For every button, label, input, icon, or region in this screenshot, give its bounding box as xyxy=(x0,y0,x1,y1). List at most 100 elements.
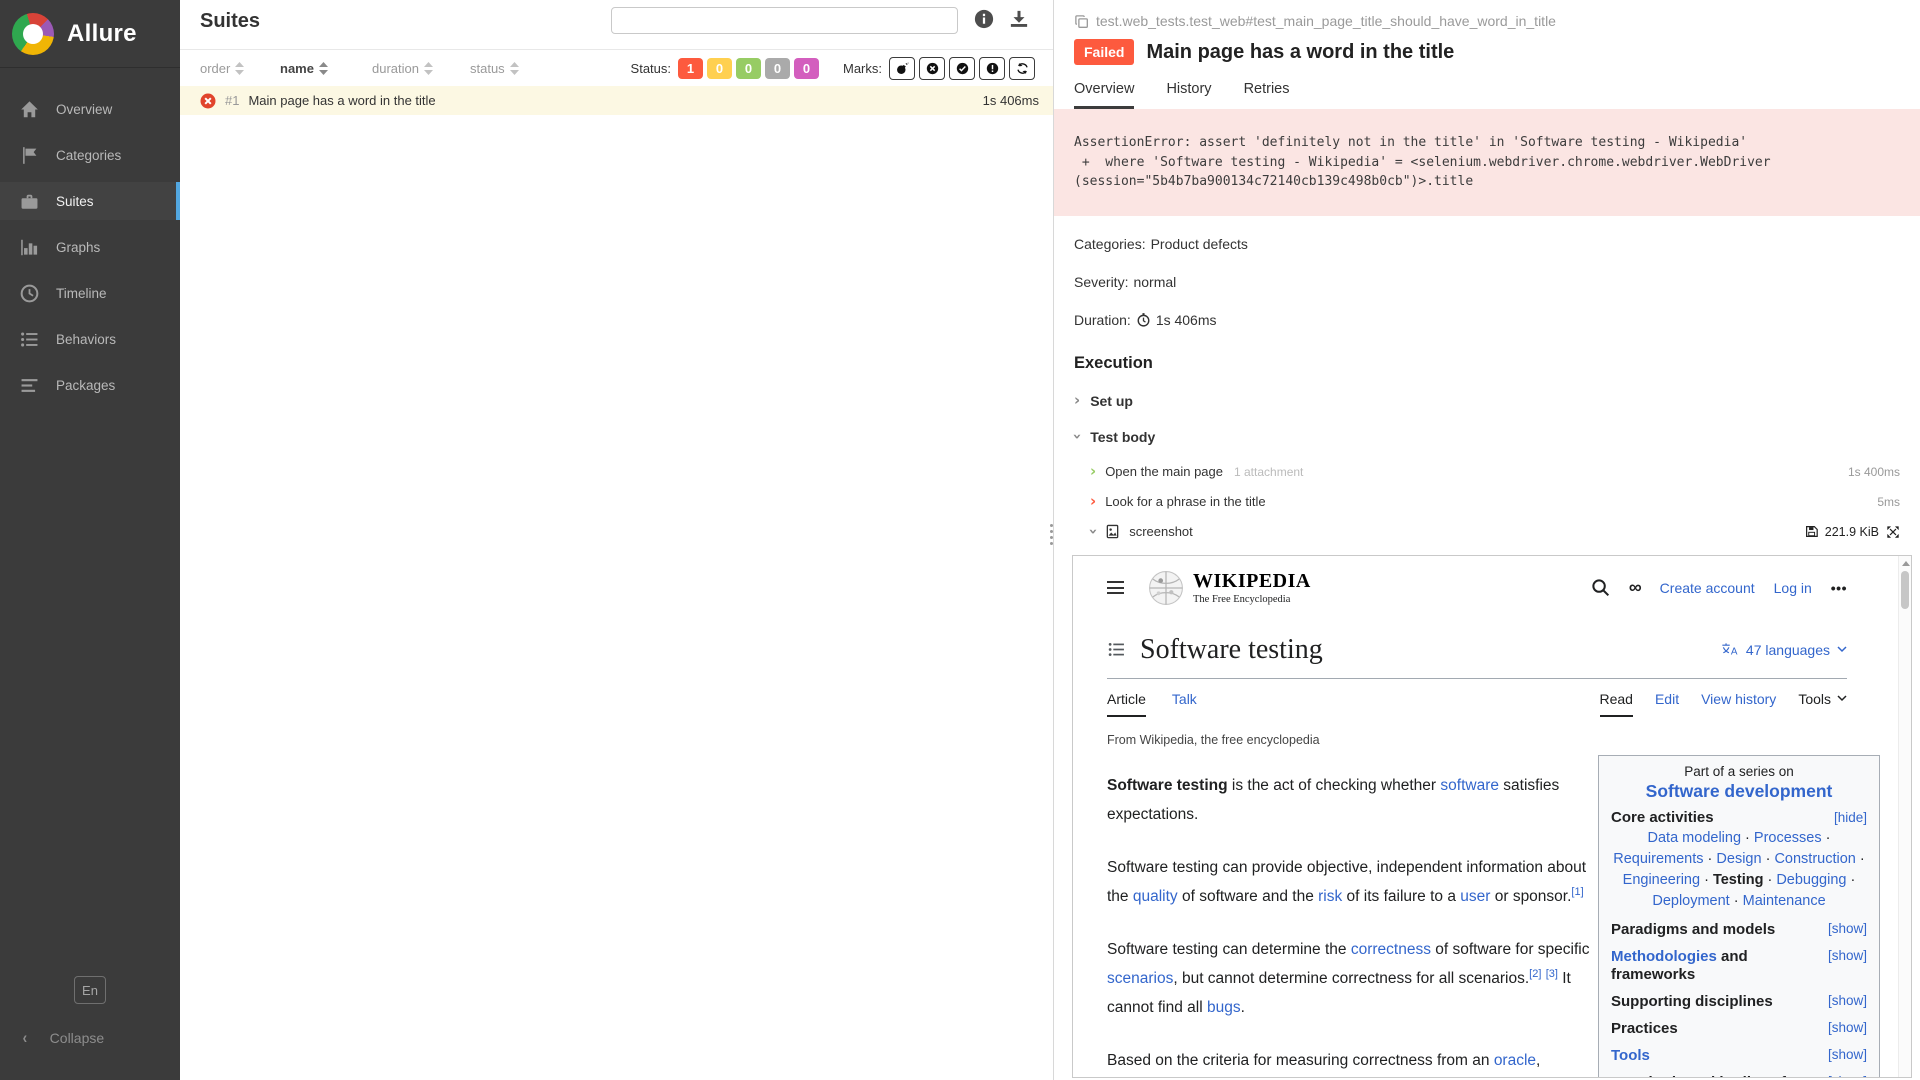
sidebar-item-overview[interactable]: Overview xyxy=(0,90,180,128)
clock-icon xyxy=(20,284,39,303)
home-icon xyxy=(20,100,39,119)
series-core-label: Core activities xyxy=(1611,809,1714,826)
expand-icon[interactable] xyxy=(1886,525,1900,539)
error-message[interactable]: AssertionError: assert 'definitely not i… xyxy=(1054,109,1920,216)
show-link[interactable]: [show] xyxy=(1828,993,1867,1011)
show-link[interactable]: [show] xyxy=(1828,1047,1867,1065)
column-duration[interactable]: duration xyxy=(372,61,470,76)
series-row-label: Supporting disciplines xyxy=(1611,993,1773,1011)
setup-toggle[interactable]: › Set up xyxy=(1074,393,1900,409)
attachment-row-screenshot[interactable]: › screenshot 221.9 KiB xyxy=(1090,517,1900,547)
show-link[interactable]: [show] xyxy=(1828,921,1867,939)
sync-icon xyxy=(1016,62,1029,75)
tab-overview[interactable]: Overview xyxy=(1074,81,1134,109)
mark-filter-failed-button[interactable] xyxy=(919,57,945,80)
search-input[interactable] xyxy=(611,7,958,34)
sidebar-item-behaviors[interactable]: Behaviors xyxy=(0,320,180,358)
log-in-link[interactable]: Log in xyxy=(1774,580,1812,596)
wiki-scrollbar[interactable] xyxy=(1898,556,1911,1077)
language-button[interactable]: En xyxy=(74,976,106,1004)
wikipedia-wordmark-block: WIKIPEDIA The Free Encyclopedia xyxy=(1193,571,1311,605)
more-menu-icon[interactable]: ••• xyxy=(1831,580,1847,596)
hide-link[interactable]: [hide] xyxy=(1834,810,1867,825)
copy-icon xyxy=(1074,14,1089,29)
attachment-meta: 221.9 KiB xyxy=(1805,525,1900,539)
column-name[interactable]: name xyxy=(280,61,372,76)
status-filter-broken[interactable]: 0 xyxy=(707,58,732,79)
screenshot-attachment[interactable]: WIKIPEDIA The Free Encyclopedia ∞ Create… xyxy=(1072,555,1912,1078)
sidebar-item-timeline[interactable]: Timeline xyxy=(0,274,180,312)
language-icon: A xyxy=(1721,642,1739,657)
series-row: Methodologies and frameworks[show] xyxy=(1611,948,1867,984)
status-filter-skipped[interactable]: 0 xyxy=(765,58,790,79)
tab-article[interactable]: Article xyxy=(1107,691,1146,717)
testbody-toggle[interactable]: › Test body xyxy=(1074,429,1900,445)
create-account-link[interactable]: Create account xyxy=(1660,580,1755,596)
test-row[interactable]: #1 Main page has a word in the title 1s … xyxy=(180,86,1053,115)
status-badge: Failed xyxy=(1074,39,1134,65)
column-status[interactable]: status xyxy=(470,61,546,76)
tab-retries[interactable]: Retries xyxy=(1244,81,1290,109)
wikipedia-wordmark: WIKIPEDIA xyxy=(1193,571,1311,591)
series-core-links[interactable]: Data modeling · Processes · Requirements… xyxy=(1611,828,1867,912)
tools-menu[interactable]: Tools xyxy=(1798,691,1847,707)
search-icon[interactable] xyxy=(1591,578,1610,597)
sort-icon xyxy=(319,62,328,75)
download-button[interactable] xyxy=(1009,9,1029,29)
show-link[interactable]: [show] xyxy=(1828,948,1867,984)
wikipedia-logo[interactable]: WIKIPEDIA The Free Encyclopedia xyxy=(1148,570,1311,606)
image-file-icon xyxy=(1105,524,1120,539)
categories-value[interactable]: Product defects xyxy=(1151,236,1248,252)
sidebar-item-label: Graphs xyxy=(56,240,100,255)
test-row-duration: 1s 406ms xyxy=(983,93,1039,108)
tab-read[interactable]: Read xyxy=(1600,691,1633,717)
mark-filter-bomb-button[interactable] xyxy=(889,57,915,80)
exclamation-circle-icon xyxy=(986,62,999,75)
tab-talk[interactable]: Talk xyxy=(1172,691,1197,715)
resize-handle[interactable] xyxy=(1050,524,1053,545)
scroll-up-arrow-icon[interactable] xyxy=(1902,561,1910,566)
breadcrumb[interactable]: test.web_tests.test_web#test_main_page_t… xyxy=(1074,13,1900,29)
brand[interactable]: Allure xyxy=(0,0,180,68)
sidebar-item-label: Timeline xyxy=(56,286,107,301)
sidebar-item-graphs[interactable]: Graphs xyxy=(0,228,180,266)
status-filter-passed[interactable]: 0 xyxy=(736,58,761,79)
collapse-button[interactable]: ‹ Collapse xyxy=(22,1028,104,1048)
mark-filter-passed-button[interactable] xyxy=(949,57,975,80)
step-look-for-phrase[interactable]: › Look for a phrase in the title 5ms xyxy=(1090,487,1900,517)
languages-selector[interactable]: A 47 languages xyxy=(1721,642,1847,658)
status-filter-label: Status: xyxy=(631,61,671,76)
series-row: Tools[show] xyxy=(1611,1047,1867,1065)
scrollbar-thumb[interactable] xyxy=(1901,571,1909,609)
severity-label: Severity: xyxy=(1074,274,1128,290)
sidebar-item-categories[interactable]: Categories xyxy=(0,136,180,174)
donate-icon[interactable]: ∞ xyxy=(1629,577,1641,598)
status-filter-unknown[interactable]: 0 xyxy=(794,58,819,79)
divider xyxy=(1107,678,1847,679)
wiki-header: WIKIPEDIA The Free Encyclopedia ∞ Create… xyxy=(1107,570,1847,606)
menu-icon[interactable] xyxy=(1107,581,1124,594)
column-order[interactable]: order xyxy=(200,61,280,76)
sidebar-item-label: Categories xyxy=(56,148,121,163)
column-label: order xyxy=(200,61,230,76)
testbody-label: Test body xyxy=(1090,429,1155,445)
duration-row: Duration: 1s 406ms xyxy=(1074,312,1900,328)
chevron-left-icon: ‹ xyxy=(23,1028,28,1048)
status-filter-failed[interactable]: 1 xyxy=(678,58,703,79)
info-button[interactable] xyxy=(974,9,994,29)
tab-view-history[interactable]: View history xyxy=(1701,691,1776,715)
series-row: Practices[show] xyxy=(1611,1020,1867,1038)
sidebar-item-packages[interactable]: Packages xyxy=(0,366,180,404)
series-title-link[interactable]: Software development xyxy=(1611,781,1867,802)
show-link[interactable]: [show] xyxy=(1828,1020,1867,1038)
series-row: Supporting disciplines [show] xyxy=(1611,993,1867,1011)
tab-edit[interactable]: Edit xyxy=(1655,691,1679,715)
contents-icon[interactable] xyxy=(1107,641,1126,658)
mark-filter-broken-button[interactable] xyxy=(979,57,1005,80)
chevron-down-icon xyxy=(1837,695,1847,702)
sidebar-item-suites[interactable]: Suites xyxy=(0,182,180,220)
mark-filter-retry-button[interactable] xyxy=(1009,57,1035,80)
step-open-main-page[interactable]: › Open the main page 1 attachment 1s 400… xyxy=(1090,457,1900,487)
tab-history[interactable]: History xyxy=(1166,81,1211,109)
briefcase-icon xyxy=(20,192,39,211)
